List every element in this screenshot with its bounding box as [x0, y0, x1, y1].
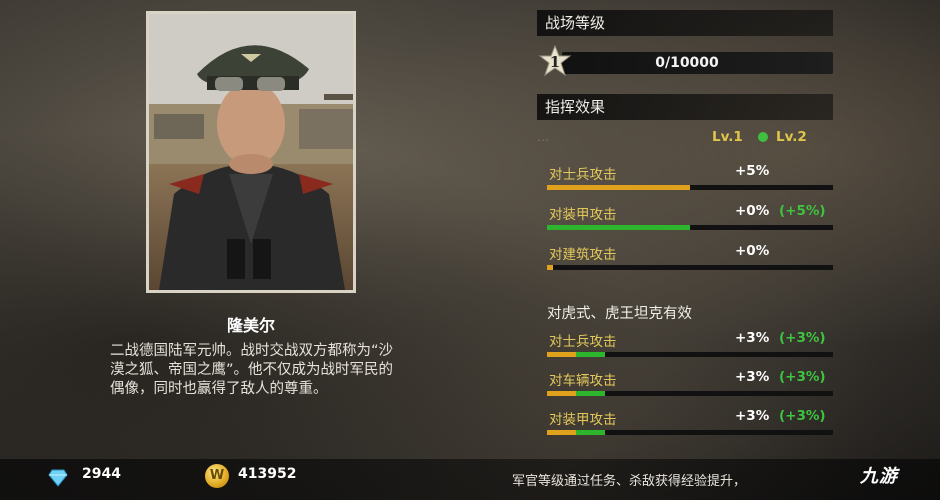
general-portrait [146, 11, 356, 293]
gem-count: 2944 [82, 466, 121, 482]
effect-bonus: (+3%) [779, 369, 826, 385]
lv2-fill [576, 430, 605, 435]
lv2-dot-icon [758, 132, 768, 142]
effect-progress-track [547, 225, 833, 230]
effect-row: 对建筑攻击 +0% [547, 243, 833, 279]
effect-label: 对士兵攻击 [549, 334, 617, 350]
effect-value: +3% [735, 408, 770, 424]
lv2-legend: Lv.2 [776, 129, 807, 145]
effect-row: 对车辆攻击 +3% (+3%) [547, 369, 833, 405]
coin-icon: W [205, 464, 229, 488]
general-name: 隆美尔 [226, 316, 275, 335]
effect-label: 对建筑攻击 [549, 247, 617, 263]
effect-bonus: (+3%) [779, 408, 826, 424]
tiger-effect-header: 对虎式、虎王坦克有效 [547, 306, 692, 322]
effect-progress-track [547, 430, 833, 435]
coin-count: 413952 [238, 466, 297, 482]
general-bio: 二战德国陆军元帅。战时交战双方都称为“沙漠之狐、帝国之鹰”。他不仅成为战时军民的… [110, 343, 394, 397]
rank-number: 1 [549, 53, 561, 71]
effect-progress-track [547, 391, 833, 396]
effect-label: 对装甲攻击 [549, 412, 617, 428]
effect-row: 对装甲攻击 +3% (+3%) [547, 408, 833, 444]
lv1-fill [547, 391, 576, 396]
effect-progress-track [547, 185, 833, 190]
effect-progress-track [547, 265, 833, 270]
effect-label: 对士兵攻击 [549, 167, 617, 183]
effect-label: 对装甲攻击 [549, 207, 617, 223]
effect-progress-track [547, 352, 833, 357]
lv2-fill [576, 352, 605, 357]
lv1-fill [547, 430, 576, 435]
jiuyou-logo: 九游 [860, 466, 898, 487]
exp-text: 0/10000 [655, 55, 719, 71]
lv1-fill [547, 185, 690, 190]
lv2-fill [576, 391, 605, 396]
lv1-legend: Lv.1 [712, 129, 743, 145]
effect-value: +5% [735, 163, 770, 179]
lv1-fill [547, 352, 576, 357]
rank-star-icon: 1 [538, 44, 572, 79]
bottom-bar [0, 459, 940, 500]
command-effect-header: 指挥效果 [537, 94, 833, 120]
battlefield-level-header: 战场等级 [537, 10, 833, 36]
effect-value: +3% [735, 369, 770, 385]
effect-row: 对士兵攻击 +5% [547, 163, 833, 199]
effect-bonus: (+3%) [779, 330, 826, 346]
effect-value: +3% [735, 330, 770, 346]
effect-bonus: (+5%) [779, 203, 826, 219]
effect-row: 对装甲攻击 +0% (+5%) [547, 203, 833, 239]
effect-value: +0% [735, 243, 770, 259]
effect-value: +0% [735, 203, 770, 219]
lv1-fill [547, 265, 553, 270]
footer-tip: 军官等级通过任务、杀敌获得经验提升， [512, 474, 747, 489]
effect-label: 对车辆攻击 [549, 373, 617, 389]
lv2-fill [547, 225, 690, 230]
diamond-icon [48, 467, 68, 487]
effect-row: 对士兵攻击 +3% (+3%) [547, 330, 833, 366]
